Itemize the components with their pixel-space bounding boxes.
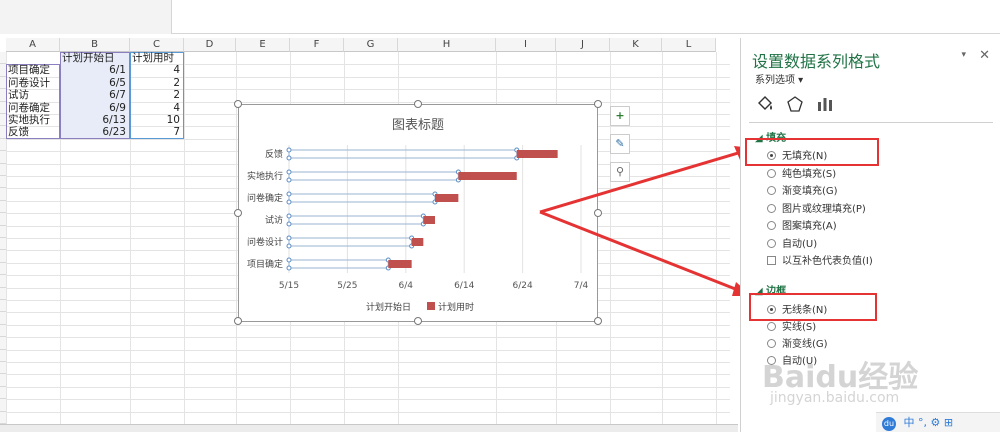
fill-option-label: 渐变填充(G) xyxy=(782,186,838,198)
fill-line-icon[interactable] xyxy=(755,94,775,114)
ime-toolbar[interactable]: du 中 °, ⚙ ⊞ xyxy=(876,412,1000,432)
fill-option-label: 自动(U) xyxy=(782,239,818,250)
panel-title: 设置数据系列格式 xyxy=(752,52,881,71)
fill-option-3[interactable]: 图片或纹理填充(P) xyxy=(767,203,866,217)
border-option-label: 实线(S) xyxy=(782,322,817,333)
ime-mode[interactable]: 中 xyxy=(904,416,915,429)
border-option-label: 无线条(N) xyxy=(782,305,828,316)
invert-label: 以互补色代表负值(I) xyxy=(782,256,873,267)
series-options-dropdown[interactable]: 系列选项 ▾ xyxy=(755,71,803,86)
fill-option-label: 无填充(N) xyxy=(782,151,828,162)
fill-option-label: 图片或纹理填充(P) xyxy=(782,203,866,215)
radio-icon xyxy=(767,151,776,160)
radio-icon xyxy=(767,168,776,178)
fill-option-label: 纯色填充(S) xyxy=(782,168,837,180)
radio-icon xyxy=(767,203,776,213)
radio-icon xyxy=(767,186,776,196)
border-option-1[interactable]: 实线(S) xyxy=(767,321,816,335)
arrow-to-fill xyxy=(539,148,749,214)
series-options-label: 系列选项 xyxy=(755,75,795,86)
border-option-label: 渐变线(G) xyxy=(782,339,828,350)
radio-icon xyxy=(767,322,776,331)
fill-option-1[interactable]: 纯色填充(S) xyxy=(767,168,836,182)
baidu-icon: du xyxy=(882,417,896,431)
close-icon[interactable]: ✕ xyxy=(979,48,990,63)
panel-options-dropdown[interactable]: ▾ xyxy=(961,50,966,60)
border-option-2[interactable]: 渐变线(G) xyxy=(767,338,828,352)
radio-icon xyxy=(767,221,776,231)
fill-option-5[interactable]: 自动(U) xyxy=(767,238,817,252)
radio-icon xyxy=(767,239,776,248)
series-options-icon[interactable] xyxy=(815,94,835,114)
ime-tools-icon[interactable]: °, ⚙ ⊞ xyxy=(918,416,953,429)
arrow-to-border xyxy=(539,210,749,296)
panel-divider xyxy=(749,122,993,123)
checkbox-icon xyxy=(767,256,776,265)
fill-option-2[interactable]: 渐变填充(G) xyxy=(767,185,838,199)
effects-icon[interactable] xyxy=(785,94,805,114)
radio-icon xyxy=(767,339,776,348)
sheet-tabs[interactable] xyxy=(0,424,738,432)
invert-if-negative-checkbox[interactable]: 以互补色代表负值(I) xyxy=(767,255,873,269)
watermark-url: jingyan.baidu.com xyxy=(770,390,900,406)
fill-option-label: 图案填充(A) xyxy=(782,221,837,233)
fill-option-0[interactable]: 无填充(N) xyxy=(767,150,827,164)
radio-icon xyxy=(767,305,776,314)
border-option-0[interactable]: 无线条(N) xyxy=(767,304,827,318)
fill-option-4[interactable]: 图案填充(A) xyxy=(767,220,837,234)
